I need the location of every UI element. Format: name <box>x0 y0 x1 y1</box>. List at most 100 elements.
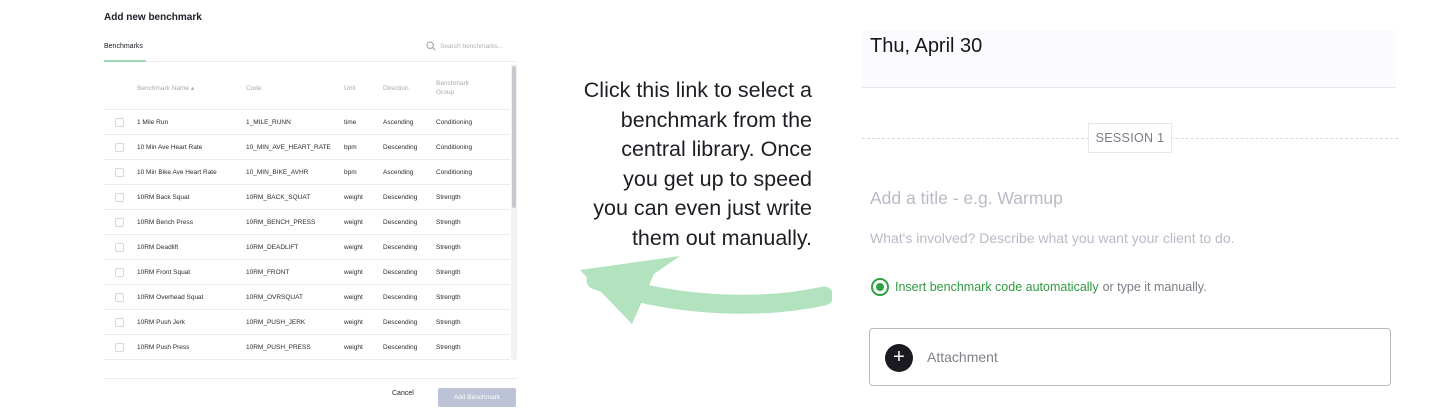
benchmark-direction: Ascending <box>383 119 414 126</box>
table-row[interactable]: 10 Min Bike Ave Heart Rate 10_MIN_BIKE_A… <box>104 160 510 185</box>
benchmark-name: 10RM Bench Press <box>137 219 193 226</box>
benchmark-group: Strength <box>436 319 461 326</box>
row-checkbox[interactable] <box>115 243 124 252</box>
benchmark-direction: Descending <box>383 219 418 226</box>
footer-divider <box>104 378 518 379</box>
benchmark-code: 10RM_OVRSQUAT <box>246 294 303 301</box>
benchmark-direction: Ascending <box>383 169 414 176</box>
benchmark-name: 10RM Push Jerk <box>137 319 186 326</box>
row-checkbox[interactable] <box>115 143 124 152</box>
annotation-line: you can even just write <box>593 196 812 220</box>
benchmark-direction: Descending <box>383 319 418 326</box>
session-title-input[interactable] <box>870 188 1370 209</box>
benchmark-name: 10 Min Ave Heart Rate <box>137 144 203 151</box>
benchmark-unit: time <box>344 119 357 126</box>
benchmark-name: 10RM Front Squat <box>137 269 191 276</box>
row-checkbox[interactable] <box>115 343 124 352</box>
annotation-text: Click this link to select a benchmark fr… <box>538 76 812 253</box>
date-header: Thu, April 30 <box>862 30 1396 88</box>
row-checkbox[interactable] <box>115 293 124 302</box>
attachment-label: Attachment <box>927 349 998 365</box>
insert-benchmark-link[interactable]: Insert benchmark code automatically <box>895 280 1099 294</box>
table-row[interactable]: 10RM Front Squat 10RM_FRONT weight Desce… <box>104 260 510 285</box>
row-checkbox[interactable] <box>115 118 124 127</box>
benchmark-name: 10RM Back Squat <box>137 194 190 201</box>
attachment-button[interactable]: + Attachment <box>869 328 1391 386</box>
column-header-code[interactable]: Code <box>246 84 262 93</box>
benchmark-code: 10RM_BACK_SQUAT <box>246 194 311 201</box>
search-icon <box>426 41 436 51</box>
scrollbar-thumb[interactable] <box>512 66 516 208</box>
benchmark-name: 1 Mile Run <box>137 119 169 126</box>
benchmark-name: 10 Min Bike Ave Heart Rate <box>137 169 217 176</box>
benchmark-group: Conditioning <box>436 169 473 176</box>
benchmark-code: 10RM_PUSH_JERK <box>246 319 306 326</box>
table-row[interactable]: 10RM Push Jerk 10RM_PUSH_JERK weight Des… <box>104 310 510 335</box>
annotation-line: you get up to speed <box>623 166 812 191</box>
benchmark-code: 10RM_DEADLIFT <box>246 244 299 251</box>
benchmark-name: 10RM Deadlift <box>137 244 179 251</box>
benchmark-direction: Descending <box>383 144 418 151</box>
benchmark-direction: Descending <box>383 269 418 276</box>
plus-icon: + <box>885 344 913 372</box>
session-date: Thu, April 30 <box>870 35 983 57</box>
annotation-line: benchmark from the <box>620 107 812 132</box>
benchmark-unit: weight <box>344 344 363 351</box>
benchmark-group: Strength <box>436 219 461 226</box>
row-checkbox[interactable] <box>115 218 124 227</box>
benchmark-unit: weight <box>344 294 363 301</box>
benchmark-name: 10RM Overhead Squat <box>137 294 204 301</box>
table-row[interactable]: 10RM Deadlift 10RM_DEADLIFT weight Desce… <box>104 235 510 260</box>
column-header-unit[interactable]: Unit <box>344 84 356 93</box>
cancel-button[interactable]: Cancel <box>392 390 414 397</box>
tab-divider <box>104 61 518 62</box>
benchmark-insert-row: Insert benchmark code automatically or t… <box>871 278 1207 296</box>
benchmark-code: 1_MILE_RUNN <box>246 119 291 126</box>
column-header-group[interactable]: Benchmark Group <box>436 79 486 97</box>
benchmark-direction: Descending <box>383 344 418 351</box>
column-header-direction[interactable]: Direction <box>383 84 409 93</box>
add-benchmark-button[interactable]: Add Benchmark <box>438 388 516 407</box>
benchmark-table: Benchmark Name ▴ Code Unit Direction Ben… <box>104 64 510 360</box>
table-row[interactable]: 10RM Back Squat 10RM_BACK_SQUAT weight D… <box>104 185 510 210</box>
row-checkbox[interactable] <box>115 168 124 177</box>
benchmark-unit: weight <box>344 219 363 226</box>
table-row[interactable]: 10RM Bench Press 10RM_BENCH_PRESS weight… <box>104 210 510 235</box>
benchmark-code: 10_MIN_AVE_HEART_RATE <box>246 144 331 151</box>
benchmark-direction: Descending <box>383 244 418 251</box>
row-checkbox[interactable] <box>115 318 124 327</box>
tab-active-indicator <box>104 60 146 62</box>
benchmark-group: Strength <box>436 194 461 201</box>
column-header-name[interactable]: Benchmark Name ▴ <box>137 84 194 93</box>
benchmark-direction: Descending <box>383 294 418 301</box>
benchmark-direction: Descending <box>383 194 418 201</box>
benchmark-unit: weight <box>344 244 363 251</box>
annotation-line: central library. Once <box>621 137 812 161</box>
benchmark-unit: weight <box>344 194 363 201</box>
search-input[interactable] <box>440 42 516 50</box>
benchmark-unit: bpm <box>344 144 357 151</box>
benchmark-group: Conditioning <box>436 144 473 151</box>
annotation-line: Click this link to select a <box>583 78 812 102</box>
benchmark-code: 10_MIN_BIKE_AVHR <box>246 169 309 176</box>
table-header: Benchmark Name ▴ Code Unit Direction Ben… <box>104 64 510 112</box>
benchmark-group: Strength <box>436 344 461 351</box>
insert-benchmark-hint: or type it manually. <box>1102 280 1207 294</box>
table-row[interactable]: 1 Mile Run 1_MILE_RUNN time Ascending Co… <box>104 110 510 135</box>
table-row[interactable]: 10RM Overhead Squat 10RM_OVRSQUAT weight… <box>104 285 510 310</box>
search-box[interactable] <box>426 41 516 51</box>
row-checkbox[interactable] <box>115 268 124 277</box>
table-row[interactable]: 10 Min Ave Heart Rate 10_MIN_AVE_HEART_R… <box>104 135 510 160</box>
benchmark-code: 10RM_PUSH_PRESS <box>246 344 311 351</box>
benchmark-group: Strength <box>436 244 461 251</box>
benchmark-radio-icon[interactable] <box>871 278 889 296</box>
session-description-input[interactable] <box>870 230 1390 246</box>
modal-title: Add new benchmark <box>104 12 202 23</box>
pointer-arrow-icon <box>580 256 832 324</box>
table-scrollbar[interactable] <box>511 64 517 360</box>
table-row[interactable]: 10RM Push Press 10RM_PUSH_PRESS weight D… <box>104 335 510 360</box>
benchmark-group: Conditioning <box>436 119 473 126</box>
row-checkbox[interactable] <box>115 193 124 202</box>
tab-benchmarks[interactable]: Benchmarks <box>104 43 143 50</box>
session-label: SESSION 1 <box>1088 123 1172 153</box>
